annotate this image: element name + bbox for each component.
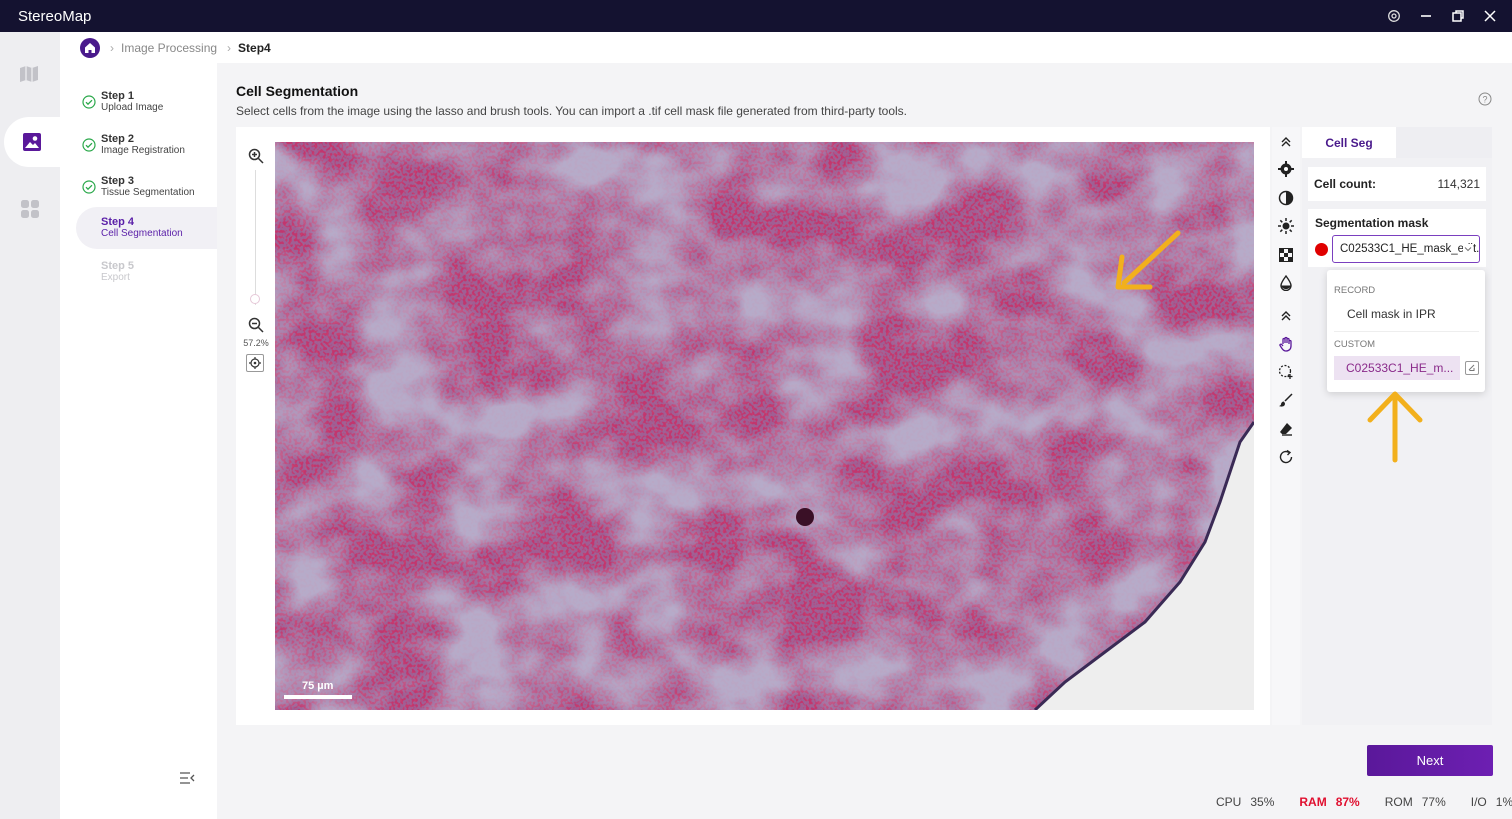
reset-icon[interactable] bbox=[1277, 448, 1295, 466]
zoom-level: 57.2% bbox=[243, 338, 269, 348]
scale-bar-line bbox=[284, 695, 352, 699]
step-subtitle: Export bbox=[101, 272, 130, 283]
page-title: Cell Segmentation bbox=[236, 83, 359, 99]
eraser-icon[interactable] bbox=[1277, 420, 1295, 438]
check-circle-icon bbox=[82, 95, 96, 109]
scale-bar-label: 75 µm bbox=[302, 680, 334, 692]
dropdown-option-custom-mask[interactable]: C02533C1_HE_m... bbox=[1334, 356, 1460, 380]
io-status: I/O 1% bbox=[1470, 795, 1512, 809]
step-title: Step 3 bbox=[101, 175, 135, 187]
contrast-icon[interactable] bbox=[1277, 189, 1295, 207]
cpu-status: CPU 35% bbox=[1216, 795, 1275, 809]
collapse-up-icon[interactable] bbox=[1277, 307, 1295, 325]
dropdown-option-cell-mask-in-ipr[interactable]: Cell mask in IPR bbox=[1347, 307, 1436, 321]
ram-status: RAM 87% bbox=[1299, 795, 1360, 809]
image-processing-icon[interactable] bbox=[4, 117, 60, 167]
check-circle-icon bbox=[82, 138, 96, 152]
breadcrumb: › Image Processing › Step4 bbox=[60, 32, 1512, 63]
opacity-drop-icon[interactable] bbox=[1277, 274, 1295, 292]
tab-cell-seg[interactable]: Cell Seg bbox=[1302, 127, 1396, 158]
next-button[interactable]: Next bbox=[1367, 745, 1493, 776]
title-bar: StereoMap bbox=[0, 0, 1512, 32]
minimize-icon[interactable] bbox=[1410, 0, 1442, 32]
dropdown-divider bbox=[1334, 331, 1479, 332]
zoom-slider-thumb[interactable] bbox=[250, 294, 260, 304]
annotation-arrow-icon bbox=[1367, 391, 1423, 463]
collapse-sidebar-icon[interactable] bbox=[179, 771, 197, 787]
dropdown-group-custom: CUSTOM bbox=[1334, 339, 1375, 350]
check-circle-icon bbox=[82, 180, 96, 194]
cell-count-card: Cell count: 114,321 bbox=[1308, 167, 1486, 201]
breadcrumb-image-processing[interactable]: Image Processing bbox=[121, 41, 217, 55]
pan-hand-icon[interactable] bbox=[1277, 335, 1295, 353]
checkerboard-icon[interactable] bbox=[1277, 246, 1295, 264]
annotation-arrow-icon bbox=[1115, 230, 1181, 290]
zoom-in-icon[interactable] bbox=[247, 147, 265, 165]
step-1[interactable]: Step 1 Upload Image bbox=[76, 81, 217, 123]
step-3[interactable]: Step 3 Tissue Segmentation bbox=[76, 166, 217, 208]
segmentation-mask-card: Segmentation mask C02533C1_HE_mask_edit.… bbox=[1308, 209, 1486, 267]
tissue-image[interactable] bbox=[275, 142, 1254, 710]
step-subtitle: Upload Image bbox=[101, 102, 164, 113]
zoom-out-icon[interactable] bbox=[247, 316, 265, 334]
svg-text:?: ? bbox=[1482, 95, 1487, 105]
brightness-icon[interactable] bbox=[1277, 217, 1295, 235]
restore-icon[interactable] bbox=[1442, 0, 1474, 32]
close-icon[interactable] bbox=[1474, 0, 1506, 32]
page-description: Select cells from the image using the la… bbox=[236, 104, 907, 118]
breadcrumb-separator: › bbox=[110, 40, 114, 55]
help-icon[interactable]: ? bbox=[1478, 92, 1492, 106]
cell-count-label: Cell count: bbox=[1314, 177, 1376, 191]
step-2[interactable]: Step 2 Image Registration bbox=[76, 124, 217, 166]
collapse-up-icon[interactable] bbox=[1277, 133, 1295, 151]
step-subtitle: Cell Segmentation bbox=[101, 228, 183, 239]
mask-color-swatch[interactable] bbox=[1315, 243, 1328, 256]
breadcrumb-step4: Step4 bbox=[238, 40, 271, 55]
fit-view-icon[interactable] bbox=[246, 354, 264, 372]
step-5: Step 5 Export bbox=[76, 251, 217, 293]
status-bar: CPU 35% RAM 87% ROM 77% I/O 1% bbox=[1216, 795, 1512, 809]
adjust-gear-icon[interactable] bbox=[1277, 160, 1295, 178]
step-title: Step 4 bbox=[101, 216, 135, 228]
step-subtitle: Tissue Segmentation bbox=[101, 187, 195, 198]
dropdown-group-record: RECORD bbox=[1334, 285, 1376, 296]
apps-icon[interactable] bbox=[0, 184, 60, 234]
chevron-down-icon bbox=[1463, 244, 1473, 254]
breadcrumb-separator: › bbox=[227, 40, 232, 55]
step-4[interactable]: Step 4 Cell Segmentation bbox=[76, 207, 217, 249]
segmentation-mask-select[interactable]: C02533C1_HE_mask_edit.tif bbox=[1332, 235, 1480, 263]
nav-rail bbox=[0, 32, 60, 819]
zoom-slider-track[interactable] bbox=[255, 170, 256, 305]
step-subtitle: Image Registration bbox=[101, 145, 185, 156]
step-title: Step 2 bbox=[101, 133, 135, 145]
map-icon[interactable] bbox=[0, 49, 60, 99]
cell-count-value: 114,321 bbox=[1437, 177, 1481, 191]
segmentation-mask-dropdown: RECORD Cell mask in IPR CUSTOM C02533C1_… bbox=[1327, 270, 1485, 392]
segmentation-mask-value: C02533C1_HE_mask_edit.tif bbox=[1340, 243, 1480, 255]
brush-icon[interactable] bbox=[1277, 391, 1295, 409]
step-title: Step 5 bbox=[101, 260, 135, 272]
step-title: Step 1 bbox=[101, 90, 135, 102]
home-icon[interactable] bbox=[80, 37, 100, 58]
app-title: StereoMap bbox=[18, 7, 92, 25]
lasso-add-icon[interactable] bbox=[1277, 363, 1295, 381]
segmentation-mask-label: Segmentation mask bbox=[1315, 216, 1429, 230]
rom-status: ROM 77% bbox=[1384, 795, 1446, 809]
settings-icon[interactable] bbox=[1378, 0, 1410, 32]
rename-icon[interactable] bbox=[1465, 361, 1479, 375]
steps-sidebar: Step 1 Upload Image Step 2 Image Registrat… bbox=[60, 63, 217, 819]
